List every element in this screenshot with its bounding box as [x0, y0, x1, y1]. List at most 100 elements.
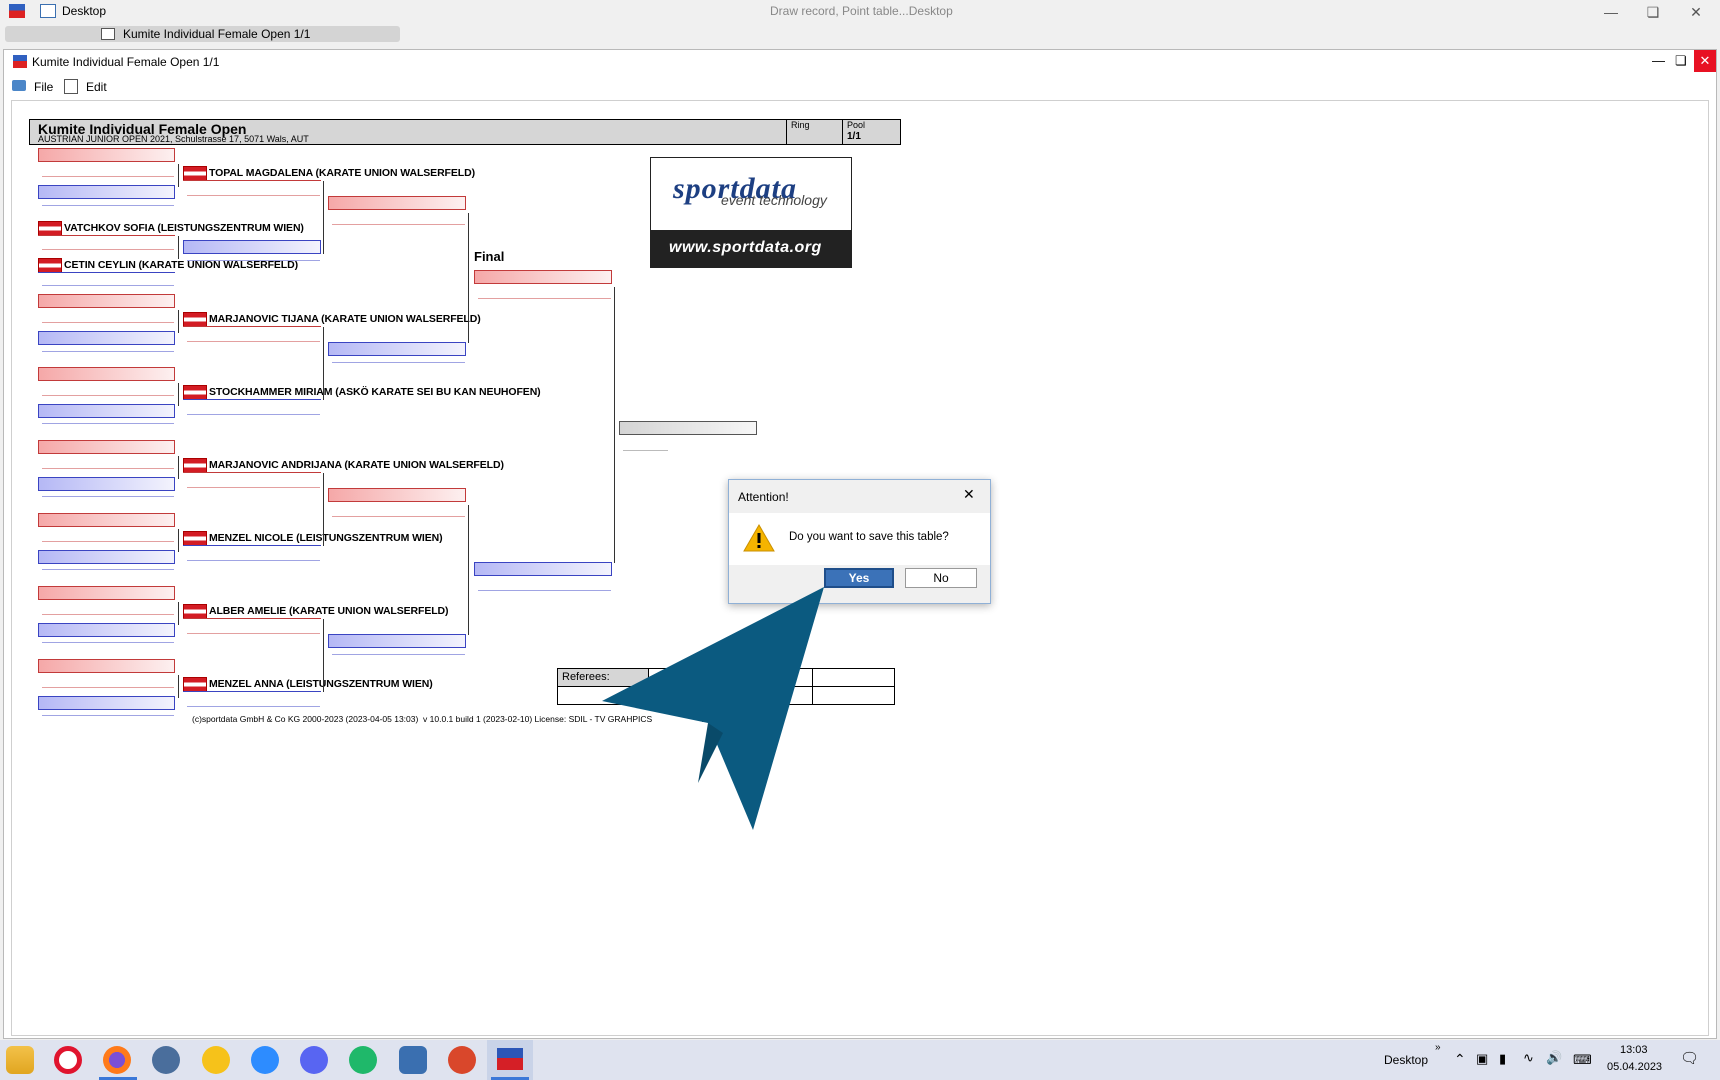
title-bar: Desktop Draw record, Point table...Deskt… — [0, 0, 1720, 26]
slot-r2-2[interactable] — [183, 240, 321, 254]
slot-r3-2[interactable] — [328, 342, 466, 356]
notification-icon[interactable]: 🗨 — [1680, 1049, 1699, 1067]
slot-r3-4[interactable] — [328, 634, 466, 648]
inner-close-button[interactable]: ✕ — [1694, 50, 1716, 72]
sync-icon[interactable] — [349, 1046, 377, 1074]
menu-edit-label: Edit — [86, 80, 107, 94]
opera-icon[interactable] — [54, 1046, 82, 1074]
line — [187, 341, 320, 342]
volume-icon[interactable]: 🔊 — [1546, 1050, 1562, 1066]
slot-r1-11[interactable] — [38, 513, 175, 527]
wifi-icon[interactable]: ∿ — [1523, 1050, 1534, 1066]
competitor-name[interactable]: MENZEL NICOLE (LEISTUNGSZENTRUM WIEN) — [209, 532, 443, 544]
slot-r1-9[interactable] — [38, 440, 175, 454]
slot-final-1[interactable] — [474, 270, 612, 284]
winner-slot[interactable] — [619, 421, 757, 435]
connector — [323, 181, 324, 254]
sportdata-app-button[interactable] — [487, 1040, 533, 1080]
line — [42, 285, 174, 286]
slot-r1-10[interactable] — [38, 477, 175, 491]
slot-r1-16[interactable] — [38, 696, 175, 710]
line — [332, 516, 465, 517]
line — [187, 195, 320, 196]
taskbar-desktop-label[interactable]: Desktop — [1384, 1053, 1428, 1067]
no-button-label: No — [933, 571, 949, 585]
desktop-label[interactable]: Desktop — [62, 4, 106, 18]
inner-title-bar: Kumite Individual Female Open 1/1 — ❏ ✕ — [4, 50, 1716, 76]
slot-r1-12[interactable] — [38, 550, 175, 564]
slot-r1-13[interactable] — [38, 586, 175, 600]
minimize-button[interactable]: — — [1588, 0, 1634, 24]
clock-time[interactable]: 13:03 — [1620, 1044, 1648, 1056]
line — [332, 654, 465, 655]
pool-value: 1/1 — [847, 131, 861, 142]
warning-icon — [743, 524, 775, 552]
slot-r1-8[interactable] — [38, 404, 175, 418]
logo-url: www.sportdata.org — [669, 239, 822, 256]
chevron-up-icon[interactable]: ⌃ — [1454, 1051, 1466, 1068]
firefox-icon[interactable] — [103, 1046, 131, 1074]
menu-bar: File Edit — [4, 76, 1716, 98]
austria-flag-icon — [183, 677, 207, 692]
file-explorer-icon[interactable] — [6, 1046, 34, 1074]
no-button[interactable]: No — [905, 568, 977, 588]
slot-r1-6[interactable] — [38, 331, 175, 345]
inner-restore-button[interactable]: ❏ — [1675, 53, 1687, 69]
slot-r1-15[interactable] — [38, 659, 175, 673]
connector — [178, 529, 179, 552]
line — [42, 205, 174, 206]
line — [42, 351, 174, 352]
slot-r1-2[interactable] — [38, 185, 175, 199]
slot-underline — [183, 691, 321, 692]
competitor-name[interactable]: MARJANOVIC ANDRIJANA (KARATE UNION WALSE… — [209, 459, 504, 471]
competitor-name[interactable]: TOPAL MAGDALENA (KARATE UNION WALSERFELD… — [209, 167, 475, 179]
vpn-icon[interactable] — [202, 1046, 230, 1074]
slot-r1-7[interactable] — [38, 367, 175, 381]
document-app-icon[interactable] — [399, 1046, 427, 1074]
clock-date[interactable]: 05.04.2023 — [1607, 1061, 1662, 1073]
dialog-title: Attention! — [738, 490, 789, 504]
tab-label: Kumite Individual Female Open 1/1 — [123, 27, 311, 41]
competitor-name[interactable]: VATCHKOV SOFIA (LEISTUNGSZENTRUM WIEN) — [64, 222, 304, 234]
slot-r3-1[interactable] — [328, 196, 466, 210]
inner-minimize-button[interactable]: — — [1652, 53, 1665, 68]
dialog-close-icon[interactable]: ✕ — [963, 486, 975, 503]
tool-app-icon[interactable] — [448, 1046, 476, 1074]
slot-r1-1[interactable] — [38, 148, 175, 162]
app-icon — [9, 4, 25, 18]
close-button[interactable]: ✕ — [1673, 0, 1719, 24]
edit-icon — [64, 79, 78, 94]
keyboard-icon[interactable]: ⌨ — [1573, 1052, 1592, 1068]
pool-cell: Pool 1/1 — [842, 119, 901, 145]
slot-r1-5[interactable] — [38, 294, 175, 308]
pointer-arrow-icon — [602, 587, 824, 830]
competitor-name[interactable]: ALBER AMELIE (KARATE UNION WALSERFELD) — [209, 605, 449, 617]
final-label: Final — [474, 249, 505, 264]
discord-icon[interactable] — [300, 1046, 328, 1074]
restore-button[interactable]: ❏ — [1630, 0, 1676, 24]
competitor-name[interactable]: MENZEL ANNA (LEISTUNGSZENTRUM WIEN) — [209, 678, 433, 690]
austria-flag-icon — [183, 385, 207, 400]
austria-flag-icon — [38, 221, 62, 236]
chat-icon[interactable] — [152, 1046, 180, 1074]
dialog-message: Do you want to save this table? — [789, 531, 949, 543]
inner-title: Kumite Individual Female Open 1/1 — [32, 55, 220, 69]
austria-flag-icon — [183, 604, 207, 619]
line — [42, 569, 174, 570]
slot-r3-3[interactable] — [328, 488, 466, 502]
ring-cell: Ring — [786, 119, 843, 145]
slot-r1-14[interactable] — [38, 623, 175, 637]
meet-icon[interactable]: ▣ — [1476, 1051, 1488, 1067]
tab-kumite[interactable]: Kumite Individual Female Open 1/1 — [5, 26, 400, 42]
battery-icon[interactable]: ▮ — [1499, 1051, 1506, 1067]
folder-icon — [12, 80, 26, 91]
zoom-icon[interactable] — [251, 1046, 279, 1074]
slot-underline — [183, 326, 321, 327]
pool-label: Pool — [847, 120, 866, 130]
chevron-double-icon[interactable]: » — [1435, 1042, 1441, 1053]
slot-final-2[interactable] — [474, 562, 612, 576]
slot-underline — [183, 618, 321, 619]
competitor-name[interactable]: STOCKHAMMER MIRIAM (ASKÖ KARATE SEI BU K… — [209, 386, 541, 398]
competitor-name[interactable]: MARJANOVIC TIJANA (KARATE UNION WALSERFE… — [209, 313, 481, 325]
slot-underline — [183, 399, 321, 400]
